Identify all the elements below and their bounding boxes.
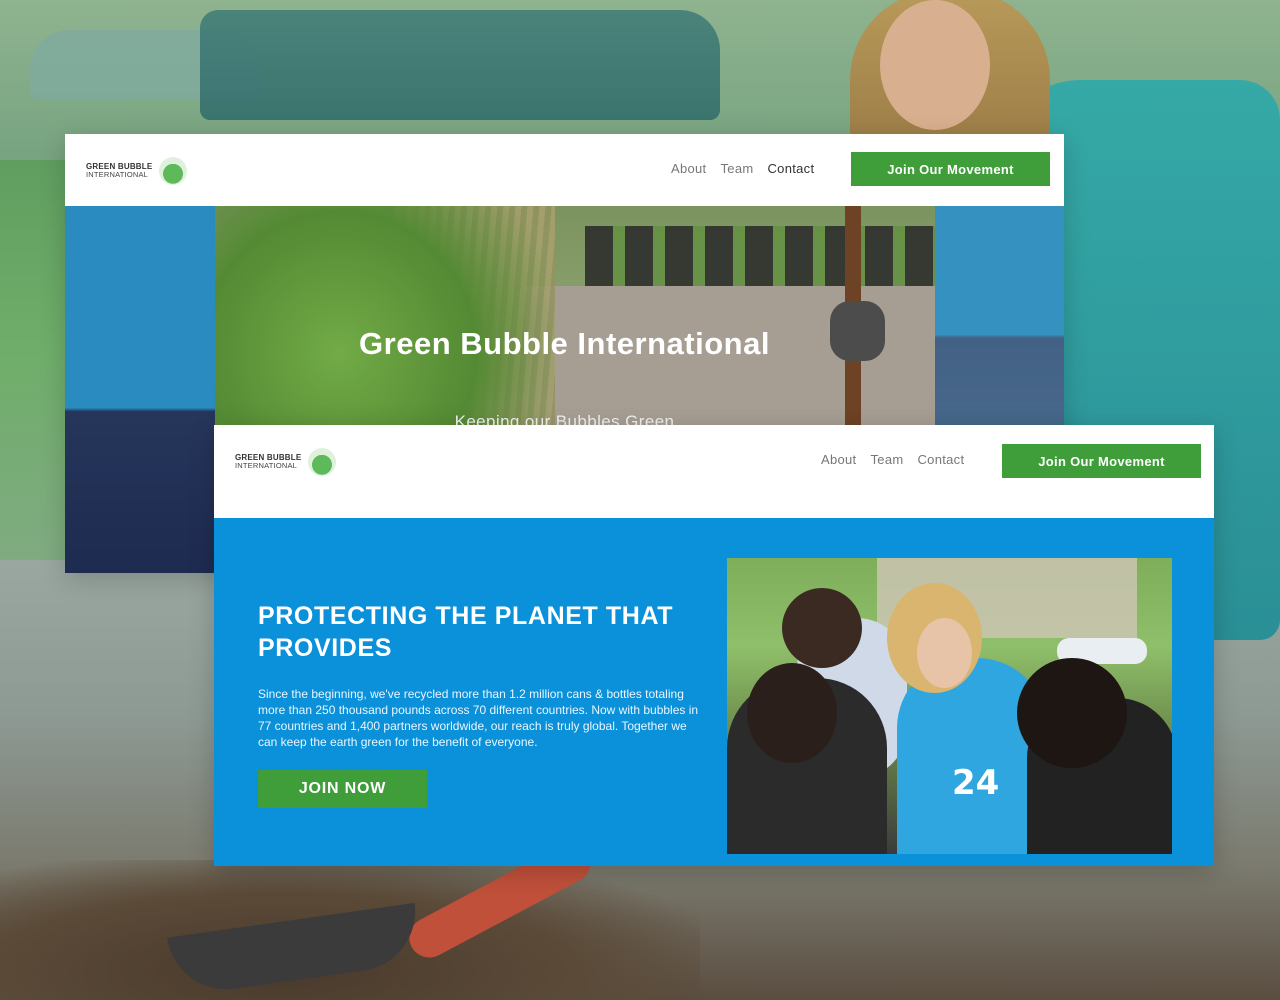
bg-truck: [200, 10, 720, 120]
top-nav: GREEN BUBBLE INTERNATIONAL About Team Co…: [214, 425, 1214, 518]
nav-link-contact[interactable]: Contact: [767, 161, 814, 176]
nav-link-contact[interactable]: Contact: [917, 452, 964, 467]
mission-section: PROTECTING THE PLANET THAT PROVIDES Sinc…: [214, 518, 1214, 866]
bg-woman-face: [880, 0, 990, 130]
nav-links: About Team Contact: [671, 161, 814, 176]
brand-logo[interactable]: GREEN BUBBLE INTERNATIONAL: [235, 447, 337, 477]
nav-link-about[interactable]: About: [821, 452, 856, 467]
volunteers-photo: 24: [727, 558, 1172, 854]
brand-name-line2: INTERNATIONAL: [86, 170, 149, 179]
join-movement-button[interactable]: Join Our Movement: [1002, 444, 1201, 478]
brand-logo[interactable]: GREEN BUBBLE INTERNATIONAL: [86, 156, 188, 186]
mission-page-screenshot: GREEN BUBBLE INTERNATIONAL About Team Co…: [214, 425, 1214, 866]
join-movement-button[interactable]: Join Our Movement: [851, 152, 1050, 186]
nav-link-about[interactable]: About: [671, 161, 706, 176]
top-nav: GREEN BUBBLE INTERNATIONAL About Team Co…: [65, 134, 1064, 206]
brand-name-line2: INTERNATIONAL: [235, 461, 298, 470]
nav-links: About Team Contact: [821, 452, 964, 467]
bubble-logo-icon: [308, 448, 337, 476]
hero-title: Green Bubble International: [359, 326, 770, 361]
nav-link-team[interactable]: Team: [870, 452, 903, 467]
mission-description: Since the beginning, we've recycled more…: [258, 687, 699, 749]
nav-link-team[interactable]: Team: [720, 161, 753, 176]
mission-heading: PROTECTING THE PLANET THAT PROVIDES: [258, 602, 674, 662]
bubble-logo-icon: [159, 157, 188, 185]
shirt-number: 24: [952, 763, 1000, 803]
join-now-button[interactable]: JOIN NOW: [258, 770, 427, 808]
